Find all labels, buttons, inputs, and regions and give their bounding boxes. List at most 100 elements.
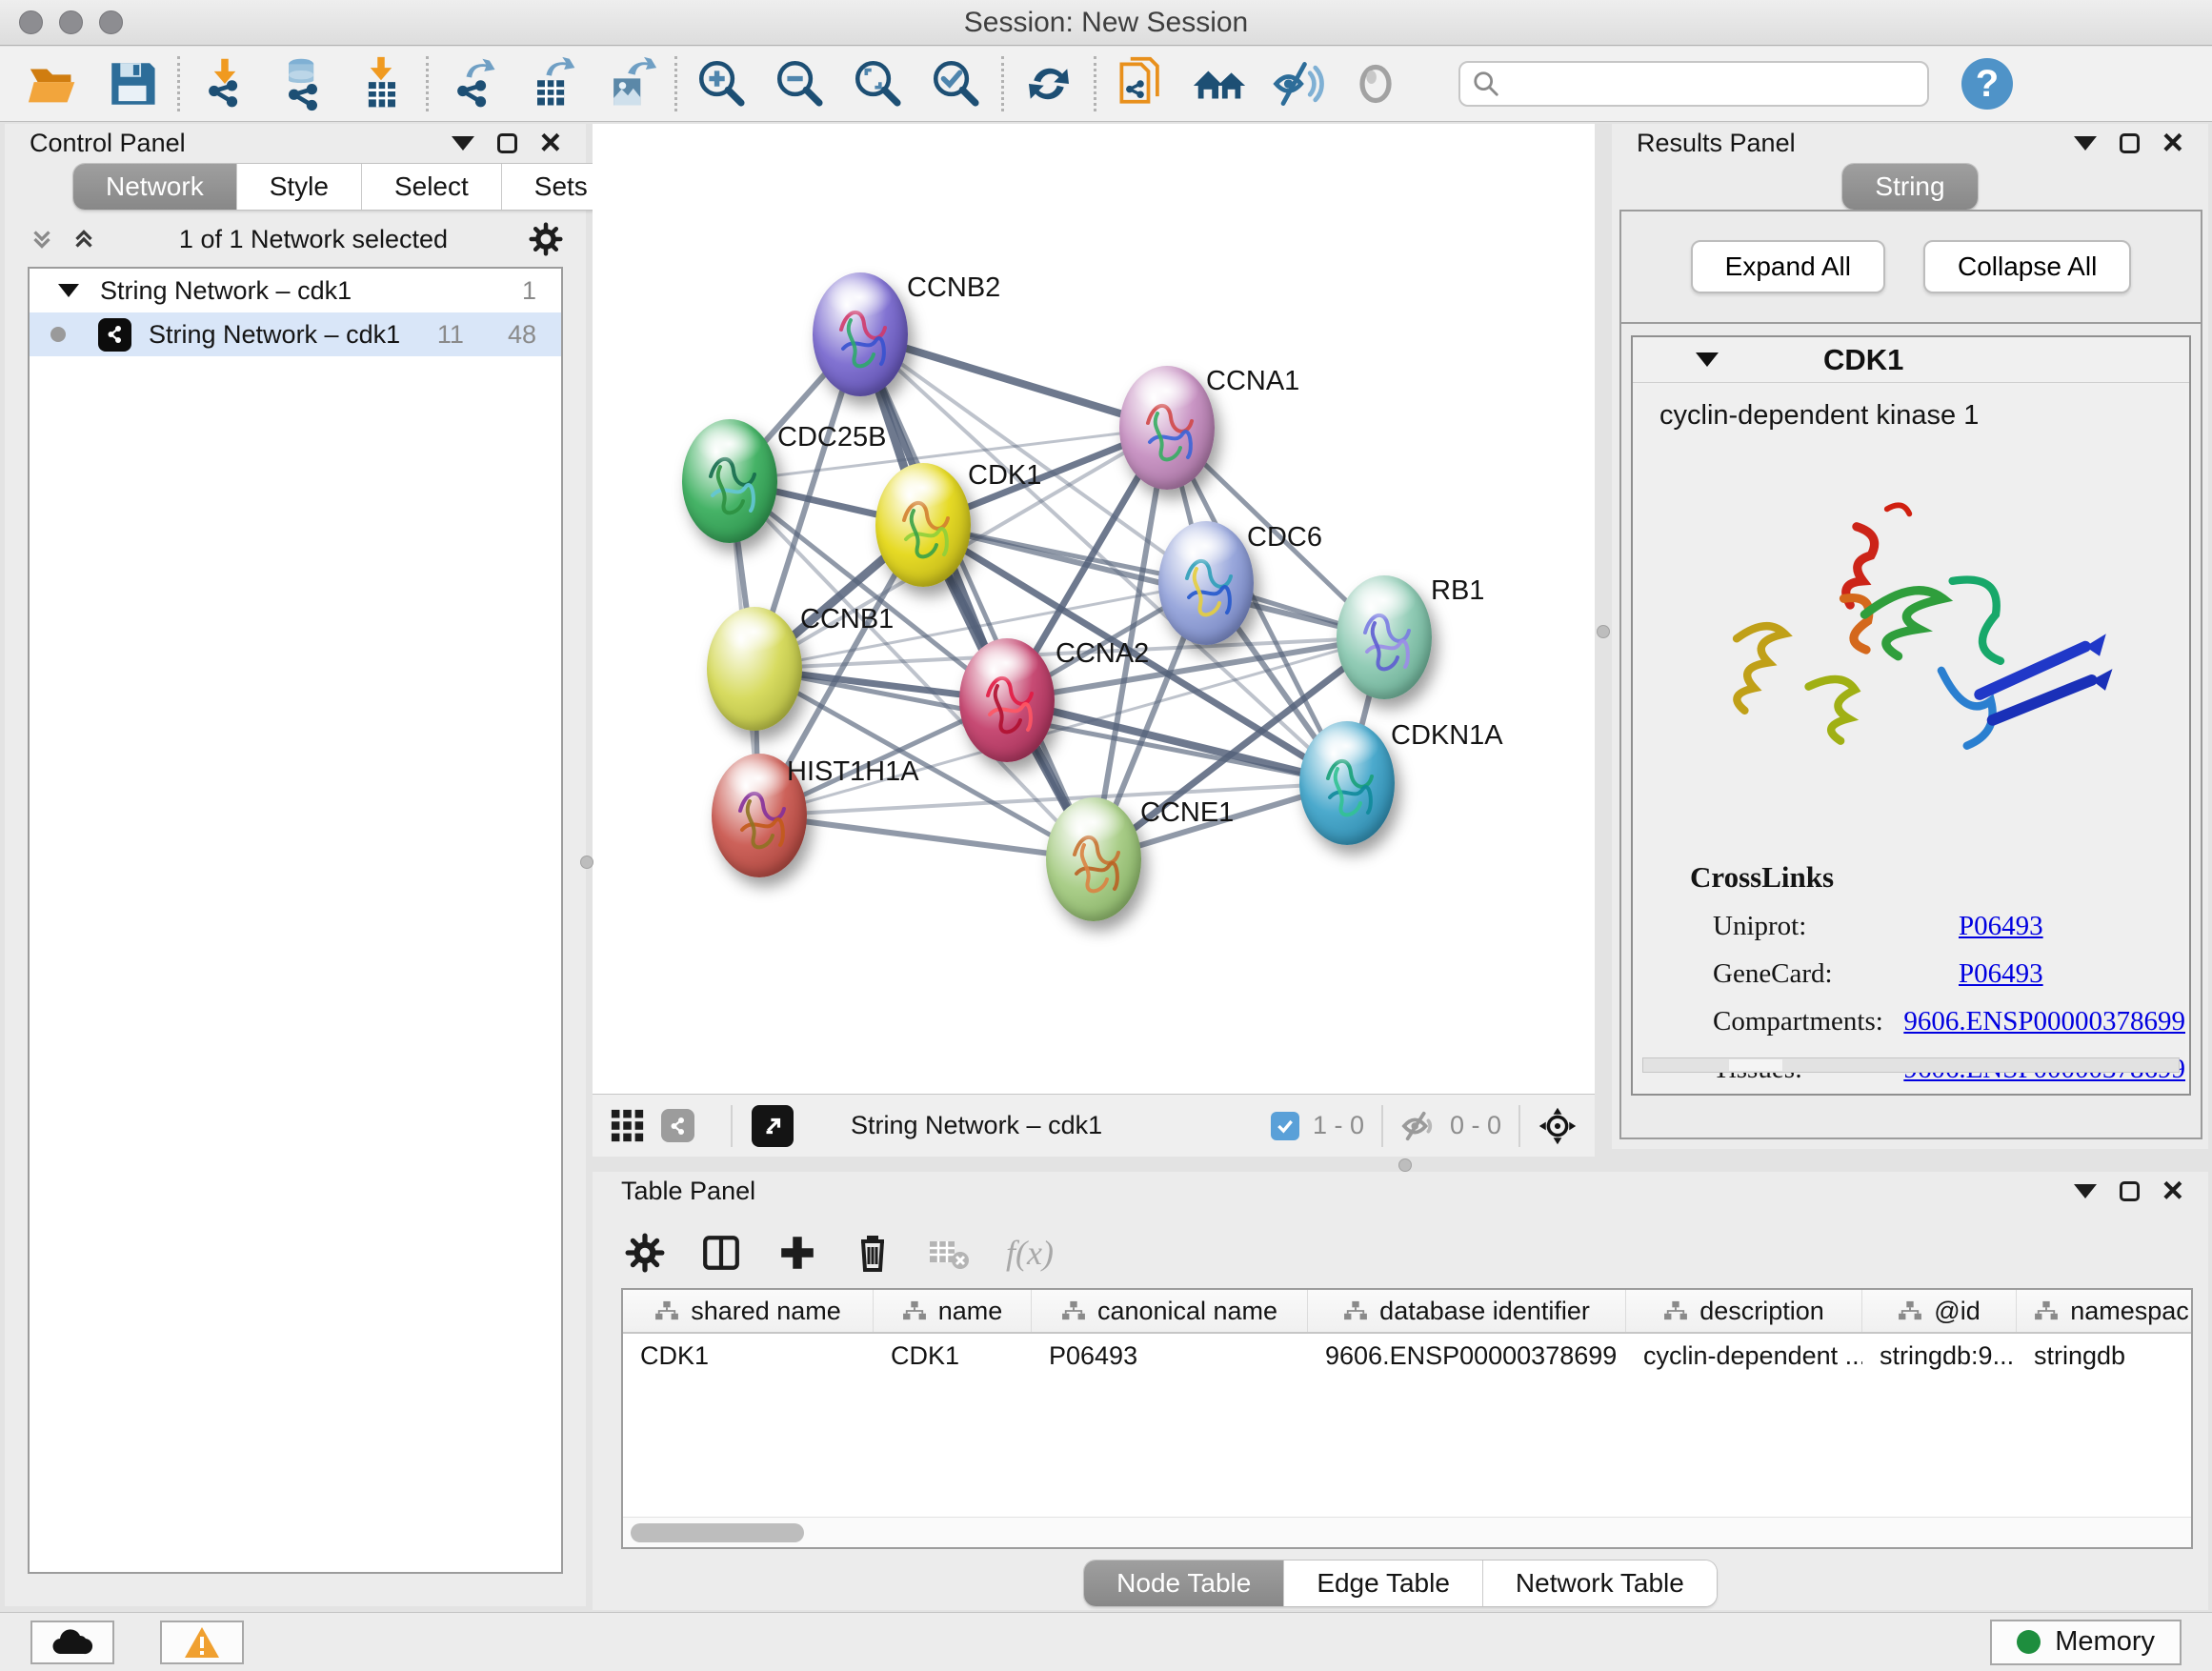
tab-edge-table[interactable]: Edge Table	[1284, 1560, 1483, 1606]
network-node-ccne1[interactable]	[1046, 797, 1141, 921]
export-image-button[interactable]	[591, 52, 669, 115]
panel-close-icon[interactable]: ×	[2162, 1179, 2183, 1202]
panel-float-icon[interactable]	[452, 136, 474, 151]
search-input[interactable]	[1500, 70, 1916, 99]
crosslink-link[interactable]: 9606.ENSP00000378699	[1903, 1006, 2185, 1037]
control-panel: Control Panel × NetworkStyleSelectSets 1…	[5, 124, 586, 1606]
node-label-hist1h1a: HIST1H1A	[787, 756, 919, 788]
refresh-button[interactable]	[1010, 52, 1088, 115]
tab-string[interactable]: String	[1842, 164, 1977, 210]
table-options-gear-icon[interactable]	[625, 1233, 665, 1273]
tab-network-table[interactable]: Network Table	[1483, 1560, 1717, 1606]
tab-network[interactable]: Network	[73, 164, 237, 210]
column-header-description[interactable]: description	[1626, 1290, 1862, 1332]
crosslink-link[interactable]: P06493	[1959, 911, 2043, 942]
help-button[interactable]: ?	[1961, 58, 2013, 110]
collection-name: String Network – cdk1	[100, 276, 352, 306]
network-node-cdc6[interactable]	[1158, 521, 1254, 645]
collection-expand-caret-icon[interactable]	[58, 284, 79, 297]
crosslink-row: Uniprot:P06493	[1713, 911, 2185, 942]
toolbar-separator	[1094, 56, 1096, 111]
crosslink-link[interactable]: P06493	[1959, 958, 2043, 990]
scrollbar-thumb[interactable]	[631, 1523, 804, 1542]
network-node-ccna1[interactable]	[1119, 366, 1215, 490]
network-options-gear-icon[interactable]	[529, 222, 563, 256]
memory-button[interactable]: Memory	[1990, 1620, 2182, 1665]
network-canvas[interactable]: CCNB2CCNA1CDC25BCDK1CDC6RB1CCNB1CCNA2CDK…	[593, 124, 1595, 1094]
network-row[interactable]: String Network – cdk1 11 48	[30, 312, 561, 356]
network-node-cdkn1a[interactable]	[1299, 721, 1395, 845]
table-cell: P06493	[1032, 1334, 1308, 1378]
column-header-database-identifier[interactable]: database identifier	[1308, 1290, 1626, 1332]
network-node-ccnb1[interactable]	[707, 607, 802, 731]
node-label-ccna2: CCNA2	[1056, 638, 1149, 670]
column-header--id[interactable]: @id	[1862, 1290, 2017, 1332]
collapse-all-chevron-icon[interactable]	[28, 225, 56, 253]
toolbar-separator	[426, 56, 429, 111]
warnings-button[interactable]	[160, 1621, 244, 1664]
results-horizontal-scrollbar[interactable]	[1642, 1057, 2180, 1073]
panel-maximize-icon[interactable]	[2120, 133, 2140, 153]
table-cell: stringdb	[2017, 1334, 2193, 1378]
network-node-cdc25b[interactable]	[682, 419, 777, 543]
column-header-name[interactable]: name	[874, 1290, 1032, 1332]
network-node-cdk1[interactable]	[875, 463, 971, 587]
delete-column-icon[interactable]	[854, 1232, 892, 1274]
bird-eye-position-icon[interactable]	[1538, 1106, 1578, 1146]
string-results-container: Expand All Collapse All CDK1 cyclin-depe…	[1619, 210, 2202, 1139]
gene-symbol: CDK1	[1823, 343, 1903, 377]
network-selection-status: 1 of 1 Network selected	[98, 225, 529, 254]
panel-maximize-icon[interactable]	[497, 133, 517, 153]
import-network-file-button[interactable]	[186, 52, 264, 115]
selected-checkbox-icon[interactable]	[1271, 1112, 1299, 1140]
left-splitter-grip[interactable]	[580, 856, 593, 869]
import-network-database-button[interactable]	[264, 52, 342, 115]
right-splitter-grip[interactable]	[1597, 625, 1610, 638]
tab-node-table[interactable]: Node Table	[1084, 1560, 1284, 1606]
export-table-button[interactable]	[513, 52, 591, 115]
network-collection-row[interactable]: String Network – cdk1 1	[30, 269, 561, 312]
tab-select[interactable]: Select	[362, 164, 502, 210]
panel-close-icon[interactable]: ×	[2162, 131, 2183, 154]
database-network-icon	[274, 55, 332, 112]
hide-glasses-button[interactable]	[1258, 52, 1337, 115]
home-button[interactable]	[1180, 52, 1258, 115]
bottom-splitter-grip[interactable]	[1398, 1158, 1412, 1172]
network-node-ccna2[interactable]	[959, 638, 1055, 762]
zoom-in-button[interactable]	[683, 52, 761, 115]
expand-all-button[interactable]: Expand All	[1691, 240, 1885, 293]
bird-eye-button[interactable]	[1337, 52, 1415, 115]
save-session-button[interactable]	[93, 52, 171, 115]
network-node-rb1[interactable]	[1337, 575, 1432, 699]
grid-view-icon[interactable]	[610, 1108, 646, 1144]
column-header-shared-name[interactable]: shared name	[623, 1290, 874, 1332]
share-view-icon[interactable]	[661, 1109, 694, 1142]
export-network-button[interactable]	[434, 52, 513, 115]
hidden-items-icon[interactable]	[1400, 1110, 1437, 1142]
detach-view-icon[interactable]	[752, 1105, 794, 1147]
network-node-ccnb2[interactable]	[813, 272, 908, 396]
panel-maximize-icon[interactable]	[2120, 1181, 2140, 1201]
panel-float-icon[interactable]	[2074, 1184, 2097, 1198]
gene-collapse-caret-icon[interactable]	[1696, 352, 1719, 367]
table-row[interactable]: CDK1CDK1P064939606.ENSP00000378699cyclin…	[623, 1334, 2191, 1378]
cloud-status-button[interactable]	[30, 1621, 114, 1664]
zoom-out-button[interactable]	[761, 52, 839, 115]
add-column-icon[interactable]	[777, 1233, 817, 1273]
tab-style[interactable]: Style	[237, 164, 362, 210]
open-session-button[interactable]	[15, 52, 93, 115]
share-document-button[interactable]	[1102, 52, 1180, 115]
column-header-namespac[interactable]: namespac	[2017, 1290, 2193, 1332]
expand-all-chevron-icon[interactable]	[70, 225, 98, 253]
show-columns-icon[interactable]	[701, 1233, 741, 1273]
panel-float-icon[interactable]	[2074, 136, 2097, 151]
collapse-all-button[interactable]: Collapse All	[1923, 240, 2131, 293]
zoom-selected-button[interactable]	[917, 52, 995, 115]
network-node-count: 11	[437, 320, 464, 350]
zoom-fit-button[interactable]	[839, 52, 917, 115]
gene-card-header[interactable]: CDK1	[1633, 337, 2189, 383]
panel-close-icon[interactable]: ×	[540, 131, 561, 154]
column-header-canonical-name[interactable]: canonical name	[1032, 1290, 1308, 1332]
node-label-cdk1: CDK1	[968, 460, 1041, 492]
import-table-file-button[interactable]	[342, 52, 420, 115]
